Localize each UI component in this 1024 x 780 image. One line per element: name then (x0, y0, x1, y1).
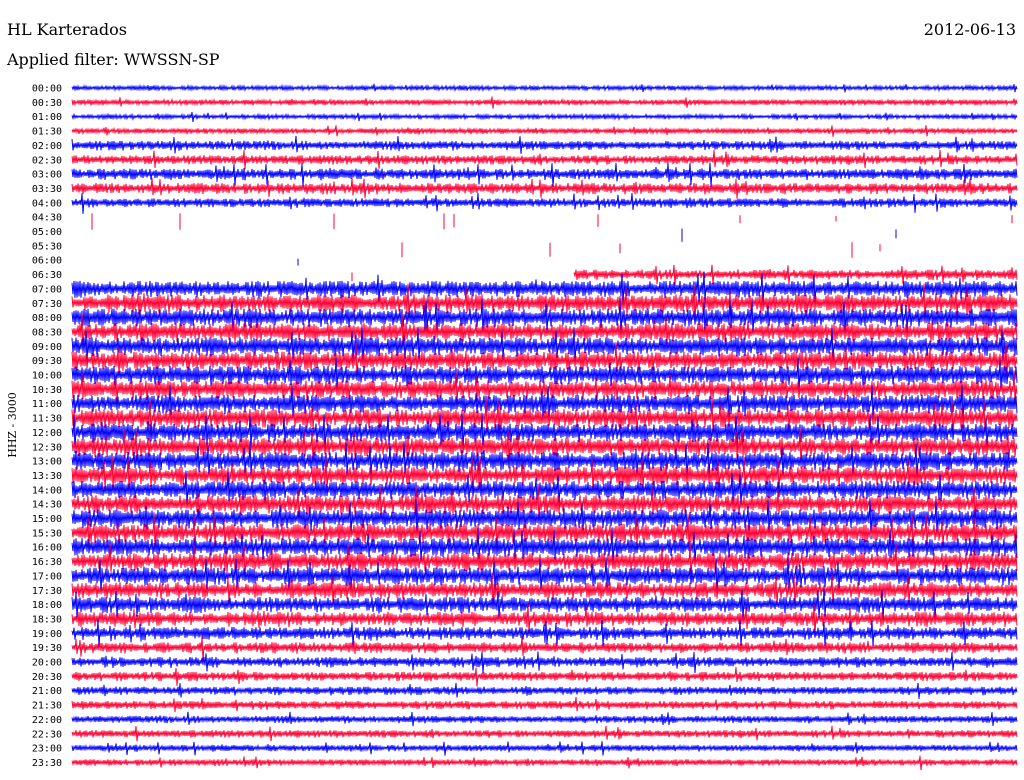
trace-2100 (71, 682, 1018, 699)
trace-0000 (71, 83, 1018, 93)
trace-2230 (71, 725, 1018, 742)
trace-0330 (71, 177, 1018, 199)
time-tick-1900: 19:00 (32, 629, 62, 640)
time-tick-0430: 04:30 (32, 213, 62, 224)
time-tick-0800: 08:00 (32, 313, 62, 324)
time-tick-1400: 14:00 (32, 485, 62, 496)
time-tick-0830: 08:30 (32, 327, 62, 338)
trace-2300 (71, 741, 1018, 756)
trace-0030 (71, 96, 1018, 109)
time-tick-1800: 18:00 (32, 600, 62, 611)
time-tick-1530: 15:30 (32, 528, 62, 539)
time-tick-1630: 16:30 (32, 557, 62, 568)
time-tick-0030: 00:30 (32, 98, 62, 109)
time-tick-1130: 11:30 (32, 414, 62, 425)
time-tick-1100: 11:00 (32, 399, 62, 410)
time-tick-2130: 21:30 (32, 701, 62, 712)
time-tick-0600: 06:00 (32, 256, 62, 267)
time-tick-1000: 10:00 (32, 371, 62, 382)
time-tick-0530: 05:30 (32, 241, 62, 252)
trace-0400 (71, 192, 1018, 214)
time-tick-0330: 03:30 (32, 184, 62, 195)
time-tick-1430: 14:30 (32, 500, 62, 511)
time-tick-2000: 20:00 (32, 658, 62, 669)
time-tick-0630: 06:30 (32, 270, 62, 281)
time-tick-1830: 18:30 (32, 614, 62, 625)
time-tick-0400: 04:00 (32, 198, 62, 209)
trace-0100 (71, 111, 1018, 122)
channel-label: HHZ - 3000 (6, 392, 19, 458)
time-tick-0700: 07:00 (32, 284, 62, 295)
helicorder-plot: 00:00 00:30 01:00 01:30 02:00 02:30 03:00 03:30… (6, 83, 1018, 771)
time-tick-1500: 15:00 (32, 514, 62, 525)
time-tick-0230: 02:30 (32, 155, 62, 166)
trace-2200 (71, 711, 1018, 727)
time-tick-1930: 19:30 (32, 643, 62, 654)
time-tick-0000: 00:00 (32, 84, 62, 95)
time-tick-1600: 16:00 (32, 543, 62, 554)
time-tick-2200: 22:00 (32, 715, 62, 726)
time-tick-1030: 10:30 (32, 385, 62, 396)
seismic-traces (71, 83, 1018, 771)
trace-0130 (71, 125, 1018, 137)
trace-0530 (401, 242, 881, 258)
time-tick-2300: 23:00 (32, 744, 62, 755)
time-tick-1700: 17:00 (32, 571, 62, 582)
time-tick-2030: 20:30 (32, 672, 62, 683)
trace-2030 (71, 667, 1018, 687)
trace-2000 (71, 651, 1018, 674)
time-tick-2100: 21:00 (32, 686, 62, 697)
time-tick-0930: 09:30 (32, 356, 62, 367)
time-tick-0300: 03:00 (32, 170, 62, 181)
time-tick-1200: 12:00 (32, 428, 62, 439)
trace-0200 (71, 135, 1018, 154)
time-tick-0200: 02:00 (32, 141, 62, 152)
time-tick-0730: 07:30 (32, 299, 62, 310)
time-tick-0900: 09:00 (32, 342, 62, 353)
trace-2130 (71, 696, 1018, 713)
time-tick-0130: 01:30 (32, 127, 62, 138)
time-tick-0500: 05:00 (32, 227, 62, 238)
time-tick-1730: 17:30 (32, 586, 62, 597)
time-tick-2330: 23:30 (32, 758, 62, 769)
time-tick-1330: 13:30 (32, 471, 62, 482)
trace-0500 (681, 228, 897, 242)
time-tick-2230: 22:30 (32, 729, 62, 740)
trace-0300 (71, 162, 1018, 187)
trace-0230 (71, 149, 1018, 170)
time-tick-1300: 13:00 (32, 457, 62, 468)
time-tick-labels: 00:00 00:30 01:00 01:30 02:00 02:30 03:00 03:30… (32, 84, 62, 769)
time-tick-1230: 12:30 (32, 442, 62, 453)
time-tick-0100: 01:00 (32, 112, 62, 123)
trace-2330 (71, 755, 1018, 771)
trace-0430 (91, 213, 1013, 230)
